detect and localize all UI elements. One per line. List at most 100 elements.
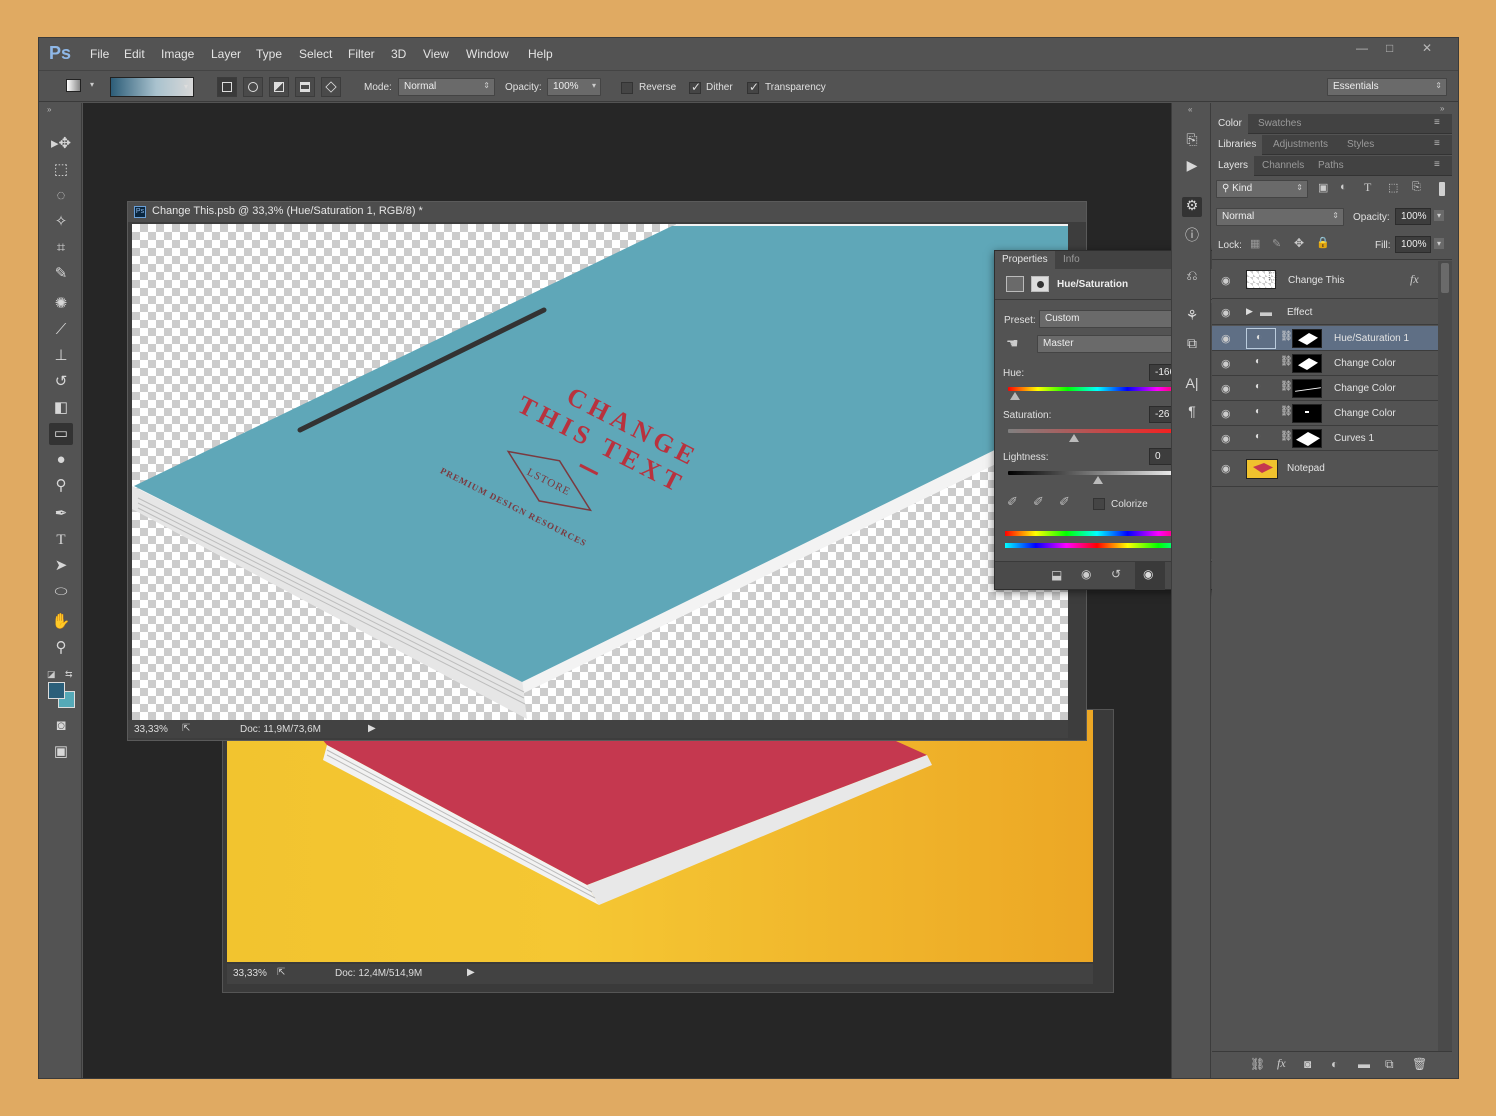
collapse-arrows-icon[interactable]: » bbox=[47, 105, 51, 114]
link-icon[interactable]: ⛓ bbox=[1280, 406, 1293, 417]
eyedropper-plus-icon[interactable]: ✐ bbox=[1033, 494, 1044, 510]
trash-icon[interactable]: 🗑 bbox=[1412, 1057, 1427, 1071]
filter-adjustment-icon[interactable]: ◐ bbox=[1340, 181, 1347, 193]
expand-arrow-icon[interactable]: ▶ bbox=[1246, 306, 1253, 317]
libraries-panel-icon[interactable]: ⚙ bbox=[1182, 197, 1202, 217]
tab-layers[interactable]: Layers bbox=[1212, 156, 1255, 176]
new-layer-icon[interactable]: ⧉ bbox=[1385, 1057, 1394, 1072]
layer-opacity-field[interactable]: 100% bbox=[1395, 208, 1431, 225]
layer-row-hue-saturation-1[interactable]: ◉ ◐ ⛓ Hue/Saturation 1 bbox=[1212, 326, 1438, 351]
mask-thumbnail[interactable] bbox=[1292, 429, 1322, 448]
healing-brush-tool-icon[interactable]: ✺ bbox=[49, 293, 73, 315]
export-icon[interactable]: ⇱ bbox=[277, 967, 285, 978]
eyedropper-icon[interactable]: ✐ bbox=[1007, 494, 1018, 510]
opacity-field[interactable]: 100% ▾ bbox=[547, 78, 601, 96]
chevron-down-icon[interactable]: ▾ bbox=[592, 81, 596, 90]
mask-thumbnail[interactable] bbox=[1292, 354, 1322, 373]
new-group-icon[interactable]: ▬ bbox=[1358, 1057, 1370, 1071]
move-tool-icon[interactable]: ▸✥ bbox=[49, 133, 73, 155]
saturation-slider-track[interactable] bbox=[1008, 429, 1187, 433]
reflected-gradient-button[interactable] bbox=[295, 77, 315, 97]
tab-color[interactable]: Color bbox=[1212, 114, 1248, 134]
link-icon[interactable]: ⛓ bbox=[1280, 331, 1293, 342]
filter-pixel-icon[interactable]: ▣ bbox=[1318, 181, 1328, 194]
menu-help[interactable]: Help bbox=[528, 47, 553, 61]
layers-scrollbar[interactable] bbox=[1438, 261, 1452, 1051]
eye-icon[interactable]: ◉ bbox=[1221, 274, 1231, 287]
brush-presets-icon[interactable]: ⚘ bbox=[1182, 307, 1202, 327]
tab-info[interactable]: Info bbox=[1056, 251, 1087, 269]
chevron-down-icon[interactable]: ▾ bbox=[1434, 238, 1445, 249]
tab-properties[interactable]: Properties bbox=[995, 251, 1055, 269]
menu-layer[interactable]: Layer bbox=[211, 47, 241, 61]
menu-select[interactable]: Select bbox=[299, 47, 332, 61]
menu-edit[interactable]: Edit bbox=[124, 47, 145, 61]
eyedropper-tool-icon[interactable]: ✎ bbox=[49, 263, 73, 285]
zoom-tool-icon[interactable]: ⚲ bbox=[49, 637, 73, 659]
lightness-slider-track[interactable] bbox=[1008, 471, 1187, 475]
brush-tool-icon[interactable]: ⟋ bbox=[49, 319, 73, 341]
eraser-tool-icon[interactable]: ◧ bbox=[49, 397, 73, 419]
channel-dropdown[interactable]: Master⇕ bbox=[1037, 335, 1191, 353]
document-title-bar[interactable]: Ps Change This.psb @ 33,3% (Hue/Saturati… bbox=[128, 202, 1086, 222]
eye-icon[interactable]: ◉ bbox=[1221, 382, 1231, 395]
transparency-checkbox[interactable] bbox=[747, 80, 759, 94]
layer-row-change-color-3[interactable]: ◉ ◐ ⛓ Change Color bbox=[1212, 401, 1438, 426]
collapse-arrows-icon[interactable]: « bbox=[1188, 105, 1192, 114]
toggle-visibility-button[interactable]: ◉ bbox=[1135, 562, 1165, 590]
tab-channels[interactable]: Channels bbox=[1256, 156, 1310, 176]
menu-view[interactable]: View bbox=[423, 47, 449, 61]
menu-type[interactable]: Type bbox=[256, 47, 282, 61]
diamond-gradient-button[interactable] bbox=[321, 77, 341, 97]
menu-window[interactable]: Window bbox=[466, 47, 509, 61]
actions-panel-icon[interactable]: ▶ bbox=[1182, 157, 1202, 177]
workspace-dropdown[interactable]: Essentials ⇕ bbox=[1327, 78, 1447, 96]
mask-thumbnail[interactable] bbox=[1292, 329, 1322, 348]
paragraph-panel-icon[interactable]: ¶ bbox=[1182, 403, 1202, 423]
tab-adjustments[interactable]: Adjustments bbox=[1267, 135, 1334, 155]
fx-badge[interactable]: fx bbox=[1410, 272, 1419, 287]
adjustments-panel-icon[interactable]: ⧉ bbox=[1182, 335, 1202, 355]
filter-type-icon[interactable]: T bbox=[1364, 180, 1371, 195]
filter-smart-object-icon[interactable]: ⎘ bbox=[1412, 181, 1421, 194]
panel-menu-icon[interactable]: ≡ bbox=[1434, 159, 1440, 170]
lock-image-icon[interactable]: ✎ bbox=[1272, 237, 1281, 250]
layer-row-curves-1[interactable]: ◉ ◐ ⛓ Curves 1 bbox=[1212, 426, 1438, 451]
status-menu-arrow-icon[interactable]: ▶ bbox=[467, 967, 475, 978]
lock-all-icon[interactable]: 🔒 bbox=[1316, 236, 1330, 249]
tab-libraries[interactable]: Libraries bbox=[1212, 135, 1263, 155]
reset-icon[interactable]: ↺ bbox=[1111, 567, 1121, 581]
document-front-canvas[interactable]: CHANGE THIS TEXT LSTORE PREMIUM DESIGN R… bbox=[132, 224, 1068, 720]
menu-3d[interactable]: 3D bbox=[391, 47, 406, 61]
history-brush-tool-icon[interactable]: ↺ bbox=[49, 371, 73, 393]
foreground-color-swatch[interactable] bbox=[48, 682, 65, 699]
clip-to-layer-icon[interactable]: ⬓ bbox=[1051, 568, 1062, 582]
eye-icon[interactable]: ◉ bbox=[1221, 332, 1231, 345]
blend-mode-dropdown[interactable]: Normal ⇕ bbox=[1216, 208, 1344, 226]
panel-menu-icon[interactable]: ≡ bbox=[1434, 117, 1440, 128]
menu-file[interactable]: File bbox=[90, 47, 109, 61]
quick-mask-icon[interactable]: ◙ bbox=[49, 715, 73, 737]
maximize-button[interactable]: □ bbox=[1386, 41, 1393, 55]
minimize-button[interactable]: — bbox=[1356, 41, 1368, 55]
layer-row-notepad[interactable]: ◉ Notepad bbox=[1212, 451, 1438, 487]
eye-icon[interactable]: ◉ bbox=[1221, 432, 1231, 445]
lasso-tool-icon[interactable]: ◌ bbox=[49, 185, 73, 207]
chevron-down-icon[interactable]: ▾ bbox=[90, 80, 94, 89]
gradient-picker[interactable] bbox=[110, 77, 194, 97]
menu-filter[interactable]: Filter bbox=[348, 47, 375, 61]
paths-panel-icon[interactable]: ⎌ bbox=[1182, 267, 1202, 287]
gradient-tool-icon[interactable]: ▭ bbox=[49, 423, 73, 445]
dodge-tool-icon[interactable]: ⚲ bbox=[49, 475, 73, 497]
lock-position-icon[interactable]: ✥ bbox=[1294, 236, 1304, 250]
linear-gradient-button[interactable] bbox=[217, 77, 237, 97]
hand-tool-icon[interactable]: ✋ bbox=[49, 611, 73, 633]
close-button[interactable]: ✕ bbox=[1422, 41, 1432, 55]
document-window-front[interactable]: Ps Change This.psb @ 33,3% (Hue/Saturati… bbox=[127, 201, 1087, 741]
zoom-level[interactable]: 33,33% bbox=[233, 968, 267, 979]
fill-field[interactable]: 100% bbox=[1395, 236, 1431, 253]
chevron-down-icon[interactable]: ▾ bbox=[1434, 210, 1445, 221]
hue-slider-knob[interactable] bbox=[1009, 392, 1020, 400]
type-tool-icon[interactable]: T bbox=[49, 529, 73, 551]
add-style-icon[interactable]: fx bbox=[1277, 1056, 1286, 1071]
